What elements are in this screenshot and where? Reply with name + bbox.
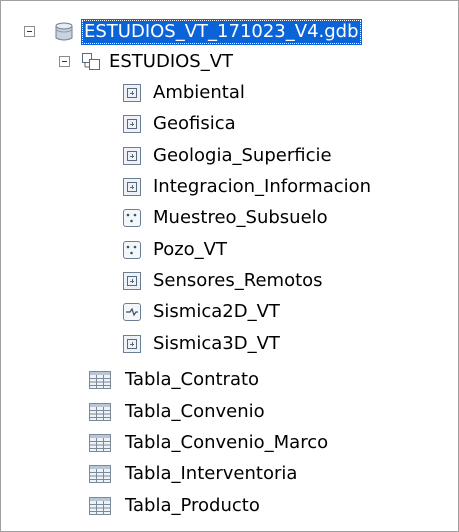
table-label[interactable]: Tabla_Convenio_Marco — [122, 430, 331, 456]
polygon-feature-class-icon — [123, 335, 141, 353]
tree-node-table[interactable]: Tabla_Contrato — [1, 365, 459, 395]
point-feature-class-icon — [123, 209, 141, 227]
collapse-toggle-icon[interactable] — [59, 56, 70, 67]
table-label[interactable]: Tabla_Convenio — [122, 399, 268, 425]
tree-node-feature-class[interactable]: Sismica3D_VT — [1, 329, 459, 359]
table-label[interactable]: Tabla_Producto — [122, 493, 263, 519]
feature-class-label[interactable]: Sensores_Remotos — [150, 268, 326, 294]
polygon-feature-class-icon — [123, 115, 141, 133]
polygon-feature-class-icon — [123, 272, 141, 290]
collapse-toggle-icon[interactable] — [24, 26, 35, 37]
table-icon — [89, 403, 111, 421]
feature-class-label[interactable]: Integracion_Informacion — [150, 174, 374, 200]
feature-class-label[interactable]: Pozo_VT — [150, 237, 230, 263]
tree-node-feature-dataset[interactable]: ESTUDIOS_VT — [1, 47, 459, 77]
tree-node-feature-class[interactable]: Integracion_Informacion — [1, 172, 459, 202]
line-feature-class-icon — [123, 303, 141, 321]
tree-node-table[interactable]: Tabla_Convenio_Marco — [1, 428, 459, 458]
catalog-tree-panel: ESTUDIOS_VT_171023_V4.gdb ESTUDIOS_VT Am… — [0, 0, 459, 532]
tree-node-feature-class[interactable]: Sismica2D_VT — [1, 297, 459, 327]
table-label[interactable]: Tabla_Contrato — [122, 367, 262, 393]
geodatabase-label[interactable]: ESTUDIOS_VT_171023_V4.gdb — [81, 19, 362, 45]
tree-node-table[interactable]: Tabla_Interventoria — [1, 459, 459, 489]
feature-dataset-label[interactable]: ESTUDIOS_VT — [106, 49, 236, 75]
tree-node-feature-class[interactable]: Ambiental — [1, 78, 459, 108]
polygon-feature-class-icon — [123, 147, 141, 165]
point-feature-class-icon — [123, 241, 141, 259]
tree-node-feature-class[interactable]: Sensores_Remotos — [1, 266, 459, 296]
feature-dataset-icon — [81, 52, 103, 72]
polygon-feature-class-icon — [123, 178, 141, 196]
tree-node-feature-class[interactable]: Pozo_VT — [1, 235, 459, 265]
feature-class-label[interactable]: Geologia_Superficie — [150, 143, 335, 169]
polygon-feature-class-icon — [123, 84, 141, 102]
database-icon — [53, 22, 75, 42]
tree-node-table[interactable]: Tabla_Convenio — [1, 397, 459, 427]
feature-class-label[interactable]: Geofisica — [150, 111, 239, 137]
table-label[interactable]: Tabla_Interventoria — [122, 461, 300, 487]
tree-node-geodatabase[interactable]: ESTUDIOS_VT_171023_V4.gdb — [1, 17, 459, 47]
table-icon — [89, 465, 111, 483]
tree-node-feature-class[interactable]: Geofisica — [1, 109, 459, 139]
feature-class-label[interactable]: Sismica2D_VT — [150, 299, 283, 325]
feature-class-label[interactable]: Muestreo_Subsuelo — [150, 205, 331, 231]
table-icon — [89, 434, 111, 452]
table-icon — [89, 497, 111, 515]
tree-node-feature-class[interactable]: Geologia_Superficie — [1, 141, 459, 171]
feature-class-label[interactable]: Ambiental — [150, 80, 248, 106]
tree-node-feature-class[interactable]: Muestreo_Subsuelo — [1, 203, 459, 233]
tree-node-table[interactable]: Tabla_Producto — [1, 491, 459, 521]
table-icon — [89, 371, 111, 389]
feature-class-label[interactable]: Sismica3D_VT — [150, 331, 283, 357]
